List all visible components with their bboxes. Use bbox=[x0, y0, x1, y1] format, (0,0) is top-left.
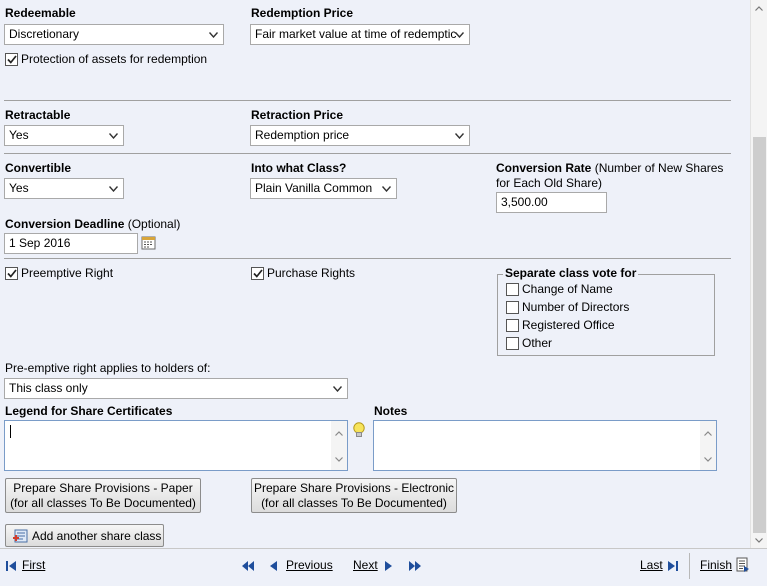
chevron-down-icon[interactable] bbox=[335, 451, 343, 465]
previous-icon[interactable] bbox=[270, 560, 277, 574]
divider bbox=[4, 258, 731, 259]
conversion-deadline-input[interactable]: 1 Sep 2016 bbox=[4, 233, 138, 254]
vote-number-directors-checkbox[interactable] bbox=[506, 301, 519, 314]
prepare-paper-button[interactable]: Prepare Share Provisions - Paper (for al… bbox=[5, 478, 201, 513]
convertible-select[interactable]: Yes bbox=[4, 178, 124, 199]
chevron-down-icon bbox=[107, 183, 119, 195]
purchase-rights-checkbox[interactable] bbox=[251, 267, 264, 280]
notes-scrollbar[interactable] bbox=[700, 421, 716, 470]
prepare-paper-line1: Prepare Share Provisions - Paper bbox=[13, 481, 193, 495]
chevron-up-icon[interactable] bbox=[335, 425, 343, 439]
redeemable-value: Discretionary bbox=[9, 27, 80, 41]
legend-scrollbar[interactable] bbox=[331, 421, 347, 470]
divider bbox=[4, 100, 731, 101]
prepare-electronic-button[interactable]: Prepare Share Provisions - Electronic (f… bbox=[251, 478, 457, 513]
redemption-price-value: Fair market value at time of redemptic bbox=[255, 27, 457, 41]
nav-separator bbox=[689, 553, 690, 579]
first-link[interactable]: First bbox=[22, 558, 45, 572]
lightbulb-icon[interactable] bbox=[351, 421, 367, 439]
notes-textarea[interactable] bbox=[373, 420, 717, 471]
check-icon bbox=[252, 267, 263, 281]
prepare-electronic-line2: (for all classes To Be Documented) bbox=[261, 496, 447, 510]
protection-checkbox[interactable] bbox=[5, 53, 18, 66]
conversion-deadline-note: (Optional) bbox=[124, 217, 181, 231]
fast-forward-icon[interactable] bbox=[409, 560, 421, 574]
redeemable-label: Redeemable bbox=[5, 6, 76, 20]
chevron-up-icon[interactable] bbox=[704, 425, 712, 439]
vote-registered-office-label: Registered Office bbox=[522, 318, 615, 332]
redeemable-select[interactable]: Discretionary bbox=[4, 24, 224, 45]
vote-number-directors-label: Number of Directors bbox=[522, 300, 630, 314]
vote-change-name-checkbox[interactable] bbox=[506, 283, 519, 296]
chevron-down-icon bbox=[380, 183, 392, 195]
chevron-down-icon bbox=[331, 383, 343, 395]
conversion-deadline-label: Conversion Deadline bbox=[5, 217, 125, 231]
into-class-value: Plain Vanilla Common bbox=[255, 181, 373, 195]
vote-registered-office-checkbox[interactable] bbox=[506, 319, 519, 332]
preemptive-applies-value: This class only bbox=[9, 381, 88, 395]
preemptive-right-label: Preemptive Right bbox=[21, 266, 114, 280]
into-class-label: Into what Class? bbox=[251, 161, 347, 175]
redemption-price-label: Redemption Price bbox=[251, 6, 354, 20]
redemption-price-select[interactable]: Fair market value at time of redemptic bbox=[250, 24, 470, 45]
legend-label: Legend for Share Certificates bbox=[5, 404, 173, 418]
previous-label: Previous bbox=[286, 558, 333, 572]
scroll-down-icon[interactable] bbox=[751, 532, 767, 548]
retraction-price-value: Redemption price bbox=[255, 128, 350, 142]
notes-label: Notes bbox=[374, 404, 408, 418]
conversion-deadline-label-block: Conversion Deadline (Optional) bbox=[5, 217, 180, 231]
next-link[interactable]: Next bbox=[353, 558, 378, 572]
chevron-down-icon bbox=[207, 29, 219, 41]
finish-document-icon[interactable] bbox=[735, 557, 750, 575]
retraction-price-select[interactable]: Redemption price bbox=[250, 125, 470, 146]
retractable-label: Retractable bbox=[5, 108, 71, 122]
add-share-class-button[interactable]: Add another share class bbox=[5, 524, 164, 547]
vote-other-label: Other bbox=[522, 336, 553, 350]
prepare-electronic-line1: Prepare Share Provisions - Electronic bbox=[253, 481, 455, 495]
chevron-down-icon[interactable] bbox=[704, 451, 712, 465]
into-class-select[interactable]: Plain Vanilla Common bbox=[250, 178, 397, 199]
check-icon bbox=[6, 267, 17, 281]
finish-link[interactable]: Finish bbox=[700, 558, 732, 572]
vote-other-checkbox[interactable] bbox=[506, 337, 519, 350]
text-cursor bbox=[10, 425, 11, 438]
add-document-icon bbox=[12, 528, 28, 548]
retraction-price-label: Retraction Price bbox=[251, 108, 344, 122]
previous-link[interactable]: Previous bbox=[286, 558, 333, 572]
check-icon bbox=[6, 53, 17, 67]
last-link[interactable]: Last bbox=[640, 558, 663, 572]
purchase-rights-label: Purchase Rights bbox=[267, 266, 356, 280]
scroll-thumb[interactable] bbox=[753, 137, 766, 533]
navigation-bar: First Previous Next Last Finish bbox=[0, 548, 767, 586]
vote-change-name-label: Change of Name bbox=[522, 282, 613, 296]
retractable-value: Yes bbox=[9, 128, 29, 142]
chevron-down-icon bbox=[453, 130, 465, 142]
separate-vote-title: Separate class vote for bbox=[503, 266, 639, 280]
calendar-icon[interactable] bbox=[141, 235, 156, 250]
window-scrollbar[interactable] bbox=[750, 0, 767, 548]
legend-textarea[interactable] bbox=[4, 420, 348, 471]
retractable-select[interactable]: Yes bbox=[4, 125, 124, 146]
chevron-down-icon bbox=[453, 29, 465, 41]
convertible-label: Convertible bbox=[5, 161, 72, 175]
conversion-rate-label-block: Conversion Rate (Number of New Shares fo… bbox=[496, 161, 728, 191]
divider bbox=[4, 153, 731, 154]
conversion-rate-input[interactable]: 3,500.00 bbox=[496, 192, 607, 213]
first-page-icon[interactable] bbox=[6, 560, 16, 574]
preemptive-applies-select[interactable]: This class only bbox=[4, 378, 348, 399]
protection-label: Protection of assets for redemption bbox=[21, 52, 208, 66]
conversion-rate-label: Conversion Rate bbox=[496, 161, 592, 175]
preemptive-right-checkbox[interactable] bbox=[5, 267, 18, 280]
convertible-value: Yes bbox=[9, 181, 29, 195]
next-icon[interactable] bbox=[385, 560, 392, 574]
prepare-paper-line2: (for all classes To Be Documented) bbox=[10, 496, 196, 510]
add-share-class-label: Add another share class bbox=[32, 529, 162, 543]
rewind-icon[interactable] bbox=[242, 560, 254, 574]
chevron-down-icon bbox=[107, 130, 119, 142]
last-page-icon[interactable] bbox=[668, 560, 678, 574]
preemptive-applies-label: Pre-emptive right applies to holders of: bbox=[5, 361, 211, 375]
scroll-up-icon[interactable] bbox=[751, 0, 767, 16]
